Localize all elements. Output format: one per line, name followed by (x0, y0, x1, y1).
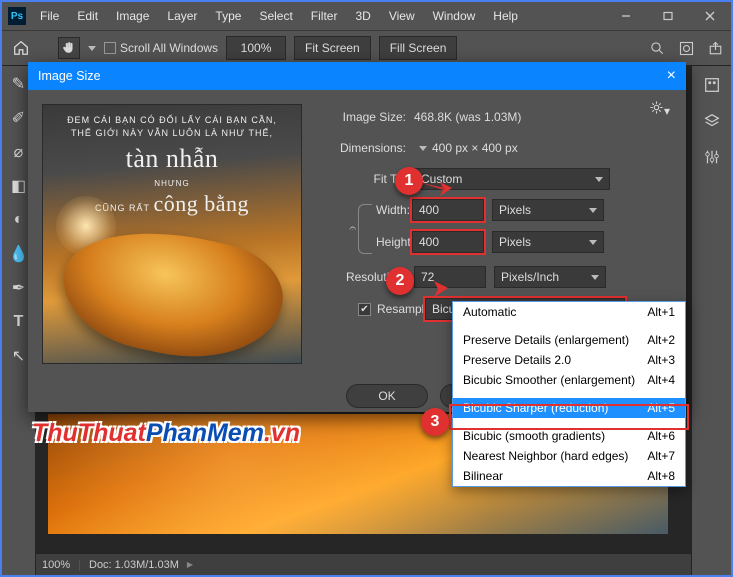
fit-screen-button[interactable]: Fit Screen (294, 36, 371, 60)
app-window: Ps File Edit Image Layer Type Select Fil… (0, 0, 733, 577)
width-label: Width: (376, 203, 412, 217)
libraries-icon[interactable] (703, 76, 721, 94)
menu-help[interactable]: Help (485, 5, 526, 27)
status-doc: Doc: 1.03M/1.03M (89, 559, 179, 571)
dd-nearest[interactable]: Nearest Neighbor (hard edges)Alt+7 (453, 446, 685, 466)
menu-edit[interactable]: Edit (69, 5, 106, 27)
menu-select[interactable]: Select (251, 5, 300, 27)
gradient-tool[interactable]: ◐ (7, 208, 31, 232)
options-bar: Scroll All Windows 100% Fit Screen Fill … (2, 30, 731, 66)
dd-bicubic[interactable]: Bicubic (smooth gradients)Alt+6 (453, 426, 685, 446)
hand-tool-icon[interactable] (58, 37, 80, 59)
quick-mask-icon[interactable] (679, 41, 694, 56)
width-unit-select[interactable]: Pixels (492, 199, 604, 221)
dd-bilinear[interactable]: BilinearAlt+8 (453, 466, 685, 486)
wm-part-a: ThuThuat (32, 419, 146, 447)
annotation-arrow-1 (418, 170, 458, 198)
status-bar: 100% | Doc: 1.03M/1.03M ▶ (36, 553, 691, 575)
type-tool[interactable]: T (7, 310, 31, 334)
dd-preserve-details-2[interactable]: Preserve Details 2.0Alt+3 (453, 350, 685, 370)
window-controls (605, 2, 731, 30)
preview-script1: tàn nhẫn (42, 141, 302, 177)
clone-tool[interactable]: ⌀ (7, 140, 31, 164)
menu-layer[interactable]: Layer (159, 5, 205, 27)
dimensions-link-icon[interactable] (414, 146, 432, 151)
menubar: Ps File Edit Image Layer Type Select Fil… (2, 2, 731, 30)
preview-line2: THẾ GIỚI NÀY VẪN LUÔN LÀ NHƯ THẾ, (42, 127, 302, 140)
close-button[interactable] (689, 2, 731, 30)
size-label: Image Size: (314, 110, 414, 124)
blur-tool[interactable]: 💧 (7, 242, 31, 266)
dd-preserve-details[interactable]: Preserve Details (enlargement)Alt+2 (453, 330, 685, 350)
search-icon[interactable] (650, 41, 665, 56)
dimensions-label: Dimensions: (314, 141, 414, 155)
menu-view[interactable]: View (381, 5, 423, 27)
preview-script2: công bằng (153, 191, 249, 216)
annotation-arrow-2 (410, 271, 454, 299)
share-icon[interactable] (708, 41, 723, 56)
adjustments-icon[interactable] (703, 148, 721, 166)
menu-image[interactable]: Image (108, 5, 157, 27)
size-value: 468.8K (was 1.03M) (414, 110, 521, 124)
height-unit-select[interactable]: Pixels (492, 231, 604, 253)
status-zoom: 100% (42, 559, 70, 571)
height-input[interactable] (412, 231, 484, 253)
height-label: Height: (376, 235, 412, 249)
layers-icon[interactable] (703, 112, 721, 130)
right-panels (691, 66, 731, 575)
resample-dropdown[interactable]: AutomaticAlt+1 Preserve Details (enlarge… (452, 301, 686, 487)
watermark: ThuThuatPhanMem.vn (32, 419, 300, 448)
menu-filter[interactable]: Filter (303, 5, 346, 27)
dd-bicubic-sharper[interactable]: Bicubic Sharper (reduction)Alt+5 (453, 398, 685, 418)
home-icon[interactable] (10, 37, 32, 59)
width-input[interactable] (412, 199, 484, 221)
annotation-badge-3: 3 (421, 408, 449, 436)
ok-button[interactable]: OK (346, 384, 428, 408)
scroll-all-label: Scroll All Windows (120, 41, 218, 55)
tool-dropdown-icon[interactable] (88, 46, 96, 51)
wm-part-c: .vn (264, 419, 300, 447)
path-tool[interactable]: ↖ (7, 344, 31, 368)
pen-tool[interactable]: ✒ (7, 276, 31, 300)
app-logo: Ps (8, 7, 26, 25)
annotation-badge-2: 2 (386, 267, 414, 295)
menu-file[interactable]: File (32, 5, 67, 27)
menu-3d[interactable]: 3D (347, 5, 378, 27)
minimize-button[interactable] (605, 2, 647, 30)
annotation-badge-1: 1 (395, 167, 423, 195)
maximize-button[interactable] (647, 2, 689, 30)
gear-icon[interactable]: ▾ (649, 100, 670, 118)
scroll-all-checkbox[interactable]: Scroll All Windows (104, 41, 218, 55)
eyedropper-tool[interactable]: ✎ (7, 72, 31, 96)
wm-part-b: PhanMem (146, 419, 264, 447)
dd-automatic[interactable]: AutomaticAlt+1 (453, 302, 685, 322)
menu-type[interactable]: Type (207, 5, 249, 27)
preview-line1: ĐEM CÁI BẠN CÓ ĐỔI LẤY CÁI BẠN CẦN, (42, 114, 302, 127)
resample-label: Resample: (377, 302, 425, 316)
dialog-titlebar[interactable]: Image Size × (28, 62, 686, 90)
eraser-tool[interactable]: ◧ (7, 174, 31, 198)
resample-checkbox[interactable]: ✔ (358, 303, 371, 316)
resolution-unit-select[interactable]: Pixels/Inch (494, 266, 606, 288)
zoom-value[interactable]: 100% (226, 36, 286, 60)
menu-window[interactable]: Window (425, 5, 484, 27)
preview-mid: NHƯNG (42, 178, 302, 189)
dialog-close-icon[interactable]: × (667, 67, 676, 85)
fill-screen-button[interactable]: Fill Screen (379, 36, 458, 60)
preview-pane: ĐEM CÁI BẠN CÓ ĐỔI LẤY CÁI BẠN CẦN, THẾ … (28, 90, 308, 412)
constrain-link-icon[interactable]: 𝄐 (349, 221, 356, 236)
dd-bicubic-smoother[interactable]: Bicubic Smoother (enlargement)Alt+4 (453, 370, 685, 390)
dimensions-value: 400 px × 400 px (432, 141, 518, 155)
brush-tool[interactable]: ✐ (7, 106, 31, 130)
dialog-title: Image Size (38, 69, 101, 83)
preview-image[interactable]: ĐEM CÁI BẠN CÓ ĐỔI LẤY CÁI BẠN CẦN, THẾ … (42, 104, 302, 364)
